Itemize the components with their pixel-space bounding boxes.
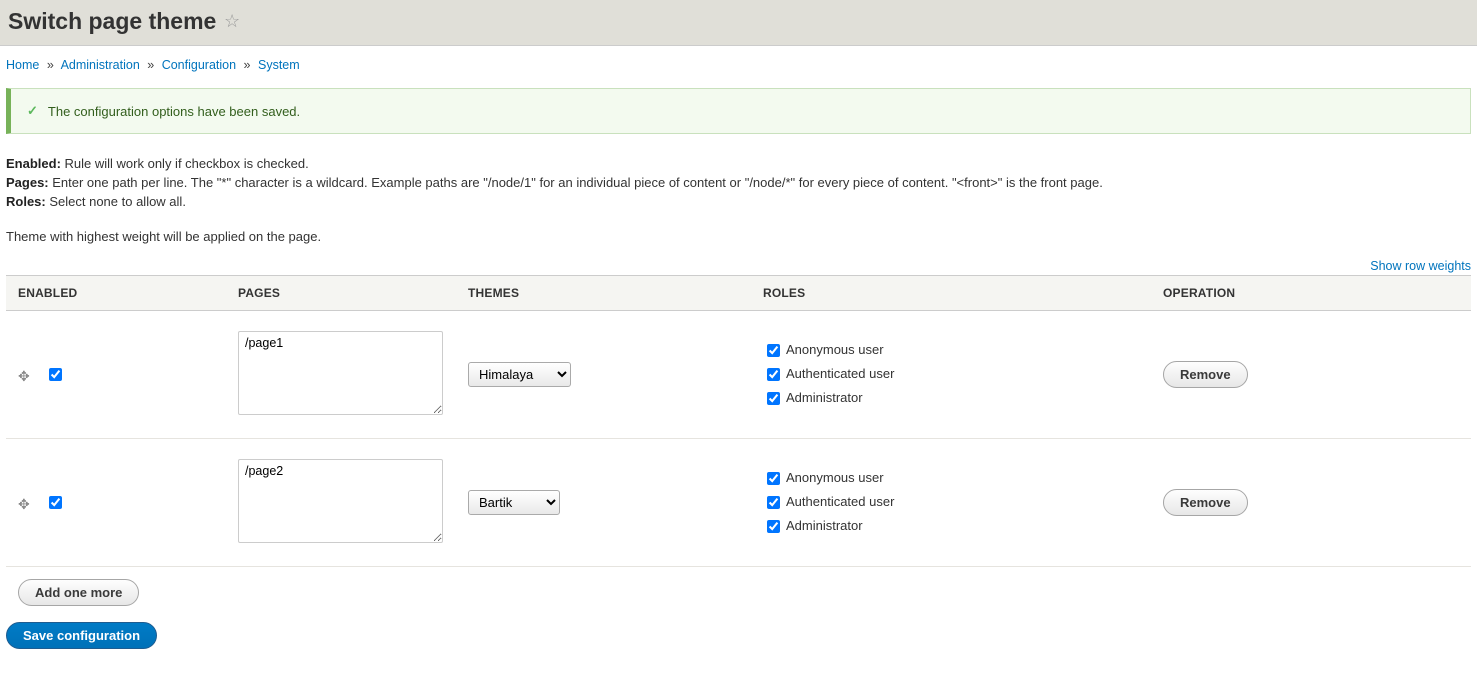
pages-input[interactable] (238, 331, 443, 415)
breadcrumb-link[interactable]: Administration (61, 58, 140, 72)
remove-button[interactable]: Remove (1163, 489, 1248, 516)
role-label: Authenticated user (786, 366, 894, 381)
role-checkbox-authenticated[interactable] (767, 496, 780, 509)
role-label: Administrator (786, 518, 863, 533)
table-row: ✥ Bartik Anonymous user Authenticated us… (6, 439, 1471, 567)
enabled-checkbox[interactable] (49, 496, 62, 509)
breadcrumb-link[interactable]: Home (6, 58, 39, 72)
col-pages-header: Pages (226, 276, 456, 311)
theme-select[interactable]: Himalaya (468, 362, 571, 387)
breadcrumb-link[interactable]: System (258, 58, 300, 72)
remove-button[interactable]: Remove (1163, 361, 1248, 388)
status-message: ✓ The configuration options have been sa… (6, 88, 1471, 134)
drag-handle-icon[interactable]: ✥ (18, 368, 30, 385)
status-message-text: The configuration options have been save… (48, 104, 300, 119)
role-checkbox-authenticated[interactable] (767, 368, 780, 381)
col-themes-header: Themes (456, 276, 751, 311)
help-roles-text: Select none to allow all. (46, 194, 186, 209)
star-icon[interactable]: ☆ (224, 11, 240, 32)
help-pages-label: Pages: (6, 175, 49, 190)
role-checkbox-administrator[interactable] (767, 520, 780, 533)
check-icon: ✓ (27, 103, 38, 119)
page-title: Switch page theme (8, 8, 216, 35)
breadcrumb: Home » Administration » Configuration » … (6, 58, 1471, 72)
theme-select[interactable]: Bartik (468, 490, 560, 515)
role-checkbox-administrator[interactable] (767, 392, 780, 405)
pages-input[interactable] (238, 459, 443, 543)
role-label: Administrator (786, 390, 863, 405)
help-enabled-text: Rule will work only if checkbox is check… (61, 156, 309, 171)
role-label: Authenticated user (786, 494, 894, 509)
role-label: Anonymous user (786, 342, 884, 357)
role-checkbox-anonymous[interactable] (767, 344, 780, 357)
col-roles-header: Roles (751, 276, 1151, 311)
breadcrumb-separator: » (244, 58, 251, 72)
col-enabled-header: Enabled (6, 276, 226, 311)
breadcrumb-separator: » (47, 58, 54, 72)
breadcrumb-separator: » (147, 58, 154, 72)
weight-note: Theme with highest weight will be applie… (6, 229, 1471, 244)
page-header: Switch page theme ☆ (0, 0, 1477, 46)
rules-table: Enabled Pages Themes Roles Operation ✥ H… (6, 275, 1471, 567)
breadcrumb-link[interactable]: Configuration (162, 58, 236, 72)
help-enabled-label: Enabled: (6, 156, 61, 171)
role-checkbox-anonymous[interactable] (767, 472, 780, 485)
help-roles-label: Roles: (6, 194, 46, 209)
drag-handle-icon[interactable]: ✥ (18, 496, 30, 513)
role-label: Anonymous user (786, 470, 884, 485)
save-configuration-button[interactable]: Save configuration (6, 622, 157, 649)
enabled-checkbox[interactable] (49, 368, 62, 381)
show-row-weights-link[interactable]: Show row weights (1370, 259, 1471, 273)
add-one-more-button[interactable]: Add one more (18, 579, 139, 606)
help-text: Enabled: Rule will work only if checkbox… (6, 156, 1471, 209)
help-pages-text: Enter one path per line. The "*" charact… (49, 175, 1103, 190)
col-operation-header: Operation (1151, 276, 1471, 311)
table-row: ✥ Himalaya Anonymous user Authenticated … (6, 311, 1471, 439)
